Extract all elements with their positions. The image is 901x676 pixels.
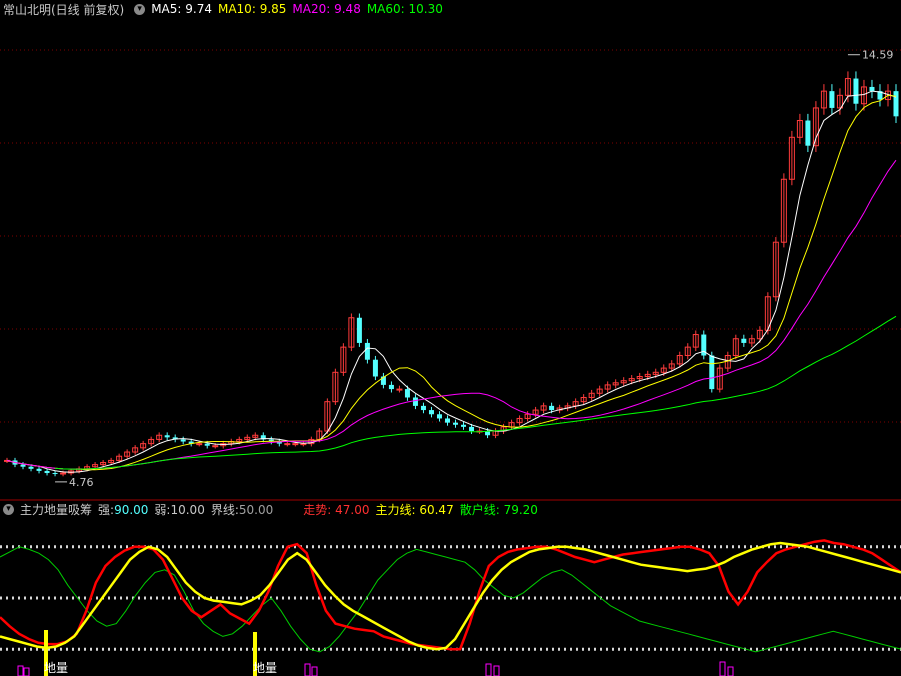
signal-bar [485,663,492,676]
indicator-name: 主力地量吸筹 [20,502,93,517]
signal-bar [17,665,24,676]
candle-body [428,410,434,415]
trend-line-label: 走势: 47.00 [303,502,370,517]
signal-bar [23,667,30,676]
candle-body [372,359,378,377]
candle-body [869,86,875,92]
candle-body [829,91,835,108]
candle-body [709,355,715,390]
candle-body [28,466,34,469]
high-price-label: 14.59 [862,49,894,62]
candle-body [549,405,555,411]
chart-title: 常山北明(日线 前复权) [3,2,125,17]
candle-body [52,473,58,475]
signal-bar [727,666,734,676]
candle-body [741,338,747,343]
indicator-legend: ▾ 主力地量吸筹 强:90.00 弱:10.00 界线:50.00 走势: 47… [0,500,544,518]
candle-body [300,443,307,446]
signal-bar [311,666,318,676]
main-force-line-label: 主力线: 60.47 [375,502,454,517]
signal-bar [304,663,311,676]
signal-bar [719,661,726,676]
price-legend: 常山北明(日线 前复权) ▾ MA5: 9.74 MA10: 9.85 MA20… [0,0,449,18]
boundary-line-label: 界线:50.00 [210,502,274,517]
low-volume-tag: 地量 [44,661,68,675]
candle-body [180,439,186,442]
candle-body [805,120,811,146]
weak-line-label: 弱:10.00 [154,502,205,517]
low-volume-tag: 地量 [253,661,277,675]
ma60-label: MA60: 10.30 [366,2,443,16]
indicator-toggle-icon[interactable]: ▾ [3,503,14,515]
candle-body [404,389,410,398]
candle-body [356,317,362,343]
retail-line-label: 散户线: 79.20 [459,502,538,517]
ma10-line [6,94,897,471]
candle-body [292,443,299,446]
candle-body [453,422,459,425]
candle-body [196,443,203,446]
signal-bar [493,665,500,676]
candle-body [412,397,418,406]
candle-body [20,464,26,467]
candle-body [164,435,170,438]
candle-body [364,342,370,360]
candle-body [396,388,403,391]
stock-chart: 14.59 4.76 地量 地量 [0,49,901,676]
candle-body [461,424,467,427]
ma20-label: MA20: 9.48 [292,2,361,16]
ma20-line [6,159,897,470]
candle-body [853,78,859,104]
candle-body [893,91,899,117]
ma5-label: MA5: 9.74 [151,2,212,16]
candle-body [60,472,67,475]
ma5-line [6,90,897,473]
candle-body [212,445,219,448]
ma10-label: MA10: 9.85 [217,2,287,16]
candle-body [388,384,394,390]
low-price-label: 4.76 [69,476,94,489]
candle-body [284,443,291,446]
candle-body [469,426,475,432]
candle-body [420,405,426,411]
candle-body [44,470,50,474]
strong-line-label: 强:90.00 [98,502,149,517]
candle-body [204,443,210,446]
candle-body [36,468,42,471]
settings-toggle-icon[interactable]: ▾ [134,3,146,15]
candle-body [444,418,450,423]
candle-body [436,414,442,419]
